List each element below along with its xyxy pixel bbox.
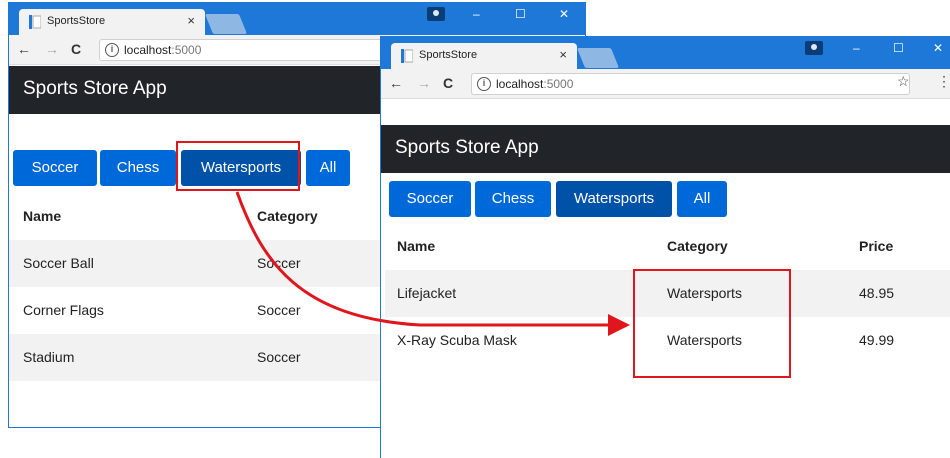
cell-name: Soccer Ball: [23, 255, 94, 271]
category-button-chess[interactable]: Chess: [475, 181, 551, 217]
category-button-soccer[interactable]: Soccer: [13, 150, 97, 186]
column-header-category: Category: [257, 208, 318, 224]
close-icon[interactable]: ✕: [933, 41, 943, 55]
minimize-icon[interactable]: –: [473, 7, 480, 21]
category-button-soccer[interactable]: Soccer: [389, 181, 471, 217]
browser-window-front: SportsStore × – ☐ ✕ ← → C i localhost:50…: [380, 36, 950, 458]
maximize-icon[interactable]: ☐: [515, 7, 526, 21]
menu-icon[interactable]: ⋮: [937, 73, 950, 90]
cell-name: X-Ray Scuba Mask: [397, 332, 517, 348]
new-tab-button[interactable]: [204, 14, 248, 34]
highlight-box-category-column: [633, 269, 791, 378]
info-icon[interactable]: i: [105, 43, 119, 57]
table-header: Name Category Price: [385, 223, 950, 270]
tab-close-icon[interactable]: ×: [559, 47, 567, 62]
title-bar: SportsStore × – ☐ ✕: [9, 3, 585, 35]
category-button-all[interactable]: All: [306, 150, 350, 186]
browser-tab[interactable]: SportsStore ×: [391, 43, 577, 69]
cell-name: Stadium: [23, 349, 75, 365]
maximize-icon[interactable]: ☐: [893, 41, 904, 55]
url-field[interactable]: i localhost:5000: [471, 73, 910, 95]
tab-title: SportsStore: [47, 15, 106, 27]
profile-icon[interactable]: [805, 41, 823, 55]
tab-close-icon[interactable]: ×: [187, 13, 195, 28]
back-icon[interactable]: ←: [17, 41, 31, 57]
column-header-name: Name: [397, 238, 436, 254]
forward-icon[interactable]: →: [45, 41, 59, 57]
app-header: Sports Store App: [381, 125, 950, 173]
app-title: Sports Store App: [395, 137, 539, 158]
reload-icon[interactable]: C: [443, 75, 453, 91]
cell-category: Soccer: [257, 349, 301, 365]
cell-category: Soccer: [257, 255, 301, 271]
page-icon: [29, 15, 41, 29]
url-text: localhost:5000: [124, 43, 202, 57]
title-bar: SportsStore × – ☐ ✕: [381, 37, 950, 69]
info-icon[interactable]: i: [477, 77, 491, 91]
back-icon[interactable]: ←: [389, 75, 403, 91]
category-button-watersports[interactable]: Watersports: [556, 181, 672, 217]
minimize-icon[interactable]: –: [853, 41, 860, 55]
cell-category: Soccer: [257, 302, 301, 318]
column-header-name: Name: [23, 208, 62, 224]
url-text: localhost:5000: [496, 77, 574, 91]
cell-price: 49.99: [859, 332, 895, 348]
app-title: Sports Store App: [23, 78, 167, 99]
profile-icon[interactable]: [427, 7, 445, 21]
column-header-price: Price: [859, 238, 894, 254]
category-button-chess[interactable]: Chess: [100, 150, 176, 186]
page-icon: [401, 49, 413, 63]
cell-name: Corner Flags: [23, 302, 104, 318]
forward-icon[interactable]: →: [417, 75, 431, 91]
bookmark-star-icon[interactable]: ☆: [897, 73, 910, 90]
reload-icon[interactable]: C: [71, 41, 81, 57]
cell-name: Lifejacket: [397, 285, 457, 301]
highlight-box-watersports-button: [176, 141, 300, 191]
close-icon[interactable]: ✕: [559, 7, 569, 21]
category-button-all[interactable]: All: [677, 181, 727, 217]
new-tab-button[interactable]: [576, 48, 620, 68]
browser-tab[interactable]: SportsStore ×: [19, 9, 205, 35]
address-bar: ← → C i localhost:5000 ☆ ⋮: [381, 69, 950, 99]
category-buttons: Soccer Chess Watersports All: [381, 174, 950, 222]
tab-title: SportsStore: [419, 49, 478, 61]
column-header-category: Category: [667, 238, 728, 254]
cell-price: 48.95: [859, 285, 895, 301]
